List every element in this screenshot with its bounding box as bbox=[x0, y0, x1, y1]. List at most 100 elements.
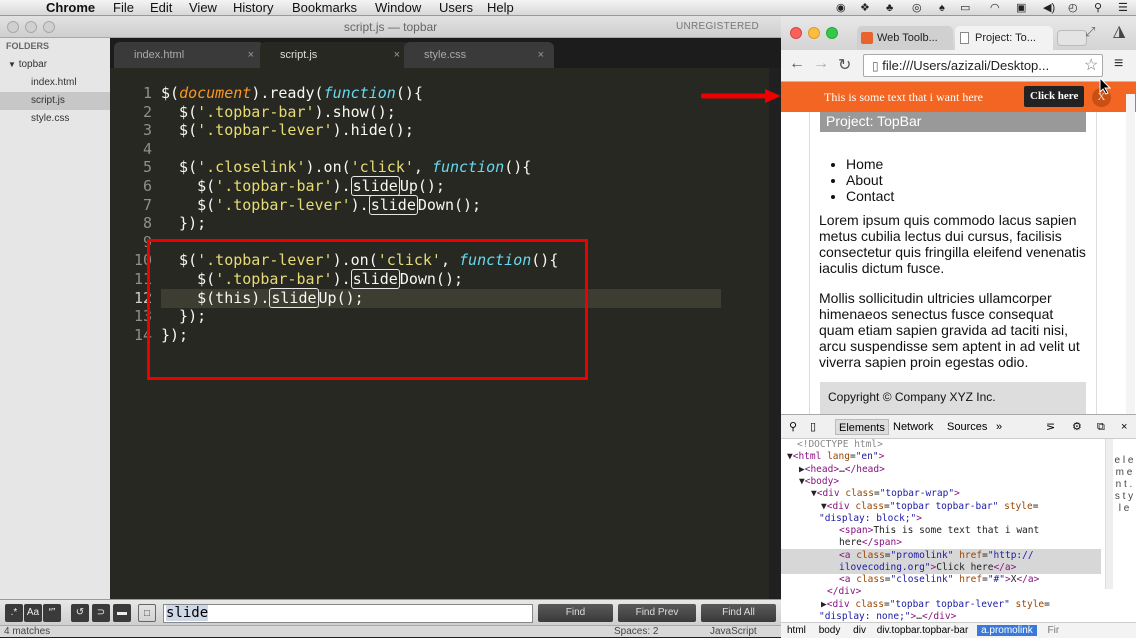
syntax-mode[interactable]: JavaScript bbox=[710, 626, 757, 638]
dom-node-selected[interactable]: ilovecoding.org">Click here</a> bbox=[839, 562, 1016, 574]
reload-icon[interactable]: ↻ bbox=[838, 55, 851, 75]
dom-node[interactable]: here</span> bbox=[839, 537, 902, 549]
menu-window[interactable]: Window bbox=[375, 0, 421, 16]
dom-node[interactable]: <a class="closelink" href="#">X</a> bbox=[839, 574, 1039, 586]
dropbox-icon[interactable]: ❖ bbox=[860, 1, 870, 15]
menu-app-name[interactable]: Chrome bbox=[46, 0, 95, 16]
close-icon[interactable]: × bbox=[1121, 415, 1127, 439]
dom-node-selected[interactable]: <a class="promolink" href="http:// bbox=[839, 550, 1034, 562]
code-line[interactable]: $('.topbar-bar').show(); bbox=[161, 103, 396, 122]
nav-link-home[interactable]: Home bbox=[846, 156, 894, 172]
disclosure-triangle-icon[interactable]: ▼ bbox=[8, 60, 16, 69]
menu-bookmarks[interactable]: Bookmarks bbox=[292, 0, 357, 16]
back-arrow-icon[interactable]: ← bbox=[789, 55, 805, 73]
dom-node[interactable]: "display: block;"> bbox=[819, 513, 922, 525]
dom-node[interactable]: ▼<body> bbox=[799, 476, 839, 488]
volume-icon[interactable]: ◀) bbox=[1043, 1, 1055, 15]
inspect-icon[interactable]: ⚲ bbox=[789, 415, 797, 439]
find-input[interactable]: slide bbox=[163, 604, 533, 623]
forward-arrow-icon[interactable]: → bbox=[813, 55, 829, 73]
nav-link-about[interactable]: About bbox=[846, 172, 894, 188]
code-line[interactable]: $(document).ready(function(){ bbox=[161, 84, 423, 103]
crumb-html[interactable]: html bbox=[787, 625, 806, 636]
highlight-matches-toggle-icon[interactable]: ▬ bbox=[113, 604, 131, 622]
network-icon[interactable]: ♣ bbox=[886, 1, 893, 15]
display-icon[interactable]: ▣ bbox=[1016, 1, 1026, 15]
dom-node[interactable]: ▼<div class="topbar topbar-bar" style= bbox=[821, 501, 1038, 513]
tab-elements[interactable]: Elements bbox=[835, 419, 889, 435]
menu-file[interactable]: File bbox=[113, 0, 134, 16]
battery-icon[interactable]: ▭ bbox=[960, 1, 970, 15]
clock-icon[interactable]: ◴ bbox=[1068, 1, 1078, 15]
chrome-menu-icon[interactable]: ≡ bbox=[1114, 55, 1123, 73]
in-selection-toggle-icon[interactable]: ⊃ bbox=[92, 604, 110, 622]
bookmark-star-icon[interactable]: ☆ bbox=[1084, 55, 1098, 75]
gear-icon[interactable]: ⚙ bbox=[1072, 415, 1082, 439]
indentation-setting[interactable]: Spaces: 2 bbox=[614, 626, 658, 638]
dom-node[interactable]: <span>This is some text that i want bbox=[839, 525, 1039, 537]
dom-node[interactable]: ▶<div class="topbar topbar-lever" style= bbox=[821, 599, 1050, 611]
browser-tab-web-toolbar[interactable]: Web Toolb... bbox=[857, 26, 953, 50]
dom-node[interactable]: "display: none;">…</div> bbox=[819, 611, 956, 622]
sidebar-file-index-html[interactable]: index.html bbox=[0, 74, 110, 92]
menu-view[interactable]: View bbox=[189, 0, 217, 16]
search-icon[interactable]: ⚲ bbox=[1094, 1, 1102, 15]
menu-help[interactable]: Help bbox=[487, 0, 514, 16]
wrap-toggle-icon[interactable]: ↺ bbox=[71, 604, 89, 622]
dom-scrollbar[interactable] bbox=[1105, 439, 1113, 589]
dom-node[interactable]: ▼<div class="topbar-wrap"> bbox=[811, 488, 960, 500]
code-line[interactable]: }); bbox=[161, 307, 206, 326]
fullscreen-icon[interactable]: ⤢ bbox=[1085, 24, 1095, 40]
menu-edit[interactable]: Edit bbox=[150, 0, 172, 16]
tab-sources[interactable]: Sources bbox=[947, 415, 987, 439]
promo-link-button[interactable]: Click here bbox=[1024, 86, 1085, 107]
regex-toggle[interactable]: .* bbox=[5, 604, 23, 622]
show-context-toggle-icon[interactable]: □ bbox=[138, 604, 156, 622]
crumb-truncated[interactable]: Fir bbox=[1048, 625, 1060, 636]
dom-node[interactable]: ▼<html lang="en"> bbox=[787, 451, 884, 463]
dom-node[interactable]: ▶<head>…</head> bbox=[799, 464, 885, 476]
close-tab-icon[interactable]: × bbox=[394, 42, 400, 68]
code-line[interactable]: $('.topbar-lever'). slide Down(); bbox=[161, 195, 481, 215]
code-line[interactable]: $('.topbar-lever').hide(); bbox=[161, 121, 414, 140]
more-tabs-button[interactable]: » bbox=[996, 415, 1002, 439]
menu-users[interactable]: Users bbox=[439, 0, 473, 16]
console-drawer-icon[interactable]: ⋝ bbox=[1046, 415, 1055, 439]
crumb-div[interactable]: div bbox=[853, 625, 866, 636]
menu-history[interactable]: History bbox=[233, 0, 273, 16]
find-button[interactable]: Find bbox=[538, 604, 613, 622]
dock-icon[interactable]: ⧉ bbox=[1097, 415, 1105, 439]
url-input[interactable]: ▯ file:///Users/azizali/Desktop... bbox=[863, 54, 1103, 77]
close-tab-icon[interactable]: × bbox=[538, 42, 544, 68]
sidebar-folder-topbar[interactable]: ▼ topbar bbox=[0, 56, 110, 74]
editor-scrollbar[interactable] bbox=[769, 68, 781, 599]
code-editor[interactable]: 1 2 3 4 5 6 7 8 9 10 11 12 13 14 $(document).ready(fu… bbox=[110, 68, 879, 599]
tab-network[interactable]: Network bbox=[893, 415, 933, 439]
crumb-body[interactable]: body bbox=[819, 625, 841, 636]
dom-node[interactable]: </div> bbox=[827, 586, 861, 598]
nav-link-contact[interactable]: Contact bbox=[846, 188, 894, 204]
device-mode-icon[interactable]: ▯ bbox=[810, 415, 816, 439]
browser-tab-project-topbar[interactable]: Project: To... bbox=[955, 26, 1053, 50]
code-line[interactable]: }); bbox=[161, 326, 188, 345]
code-line[interactable]: }); bbox=[161, 214, 206, 233]
code-line[interactable]: $('.topbar-bar'). slide Down(); bbox=[161, 269, 463, 289]
code-line-current[interactable]: $(this). slide Up(); bbox=[161, 288, 721, 308]
new-tab-button[interactable] bbox=[1057, 30, 1087, 46]
code-line[interactable]: $('.topbar-bar'). slide Up(); bbox=[161, 176, 445, 196]
notification-icon[interactable]: ♠ bbox=[939, 1, 945, 15]
sync-icon[interactable]: ◎ bbox=[912, 1, 922, 15]
record-icon[interactable]: ◉ bbox=[836, 1, 846, 15]
dom-tree[interactable]: <!DOCTYPE html> ▼<html lang="en"> ▶<head… bbox=[781, 439, 1111, 622]
find-all-button[interactable]: Find All bbox=[701, 604, 776, 622]
zoom-window-icon[interactable] bbox=[826, 27, 838, 39]
tab-index-html[interactable]: index.html × bbox=[114, 42, 264, 68]
page-scrollbar[interactable] bbox=[1126, 94, 1135, 414]
tab-script-js[interactable]: script.js × bbox=[260, 42, 410, 68]
code-line[interactable]: $('.closelink').on('click', function(){ bbox=[161, 158, 531, 177]
crumb-div-topbar[interactable]: div.topbar.topbar-bar bbox=[877, 625, 969, 636]
wifi-icon[interactable]: ◠ bbox=[990, 1, 1000, 15]
profile-icon[interactable]: ◮ bbox=[1113, 21, 1125, 41]
code-line[interactable]: $('.topbar-lever').on('click', function(… bbox=[161, 251, 558, 270]
sidebar-file-script-js[interactable]: script.js bbox=[0, 92, 110, 110]
